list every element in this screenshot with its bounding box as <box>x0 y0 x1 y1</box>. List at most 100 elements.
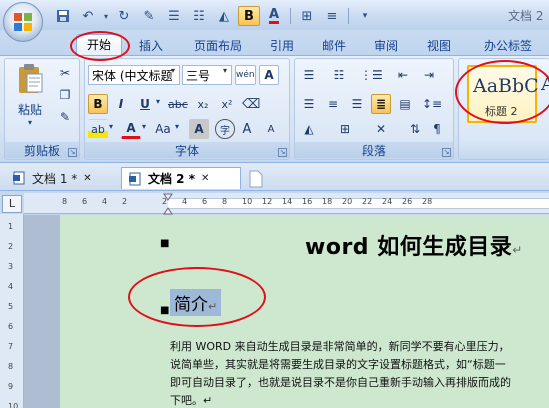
body-line-4: 下吧。↵ <box>170 394 213 407</box>
customize-qat-icon[interactable]: ▾ <box>354 6 376 26</box>
grow-font-button[interactable]: A <box>237 119 257 139</box>
save-icon[interactable] <box>52 6 74 26</box>
vruler-tick-label: 3 <box>8 262 14 271</box>
phonetic-guide-button[interactable]: wén <box>235 65 256 85</box>
increase-indent-icon[interactable]: ⇥ <box>419 65 439 85</box>
distributed-icon[interactable]: ▤ <box>395 94 415 114</box>
numbering-button-icon[interactable]: ☷ <box>329 65 349 85</box>
bullets-button-icon[interactable]: ☰ <box>299 65 319 85</box>
line-spacing-icon[interactable]: ↕≡ <box>421 94 443 114</box>
style-heading2-tile[interactable]: AaBbC 标题 2 <box>467 65 539 123</box>
align-left-icon[interactable]: ☰ <box>299 94 319 114</box>
doc-tab-1[interactable]: 文档 1 * ✕ <box>6 167 116 189</box>
underline-dropdown-icon[interactable]: ▾ <box>156 97 160 106</box>
office-button[interactable] <box>3 2 43 42</box>
underline-button[interactable]: U <box>135 94 155 114</box>
bold-button[interactable]: B <box>88 94 108 114</box>
paste-label: 粘贴 <box>17 103 42 117</box>
change-case-button[interactable]: Aa <box>153 119 173 139</box>
close-icon[interactable]: ✕ <box>83 173 91 184</box>
align-icon[interactable]: ≡ <box>321 6 343 26</box>
shading-icon[interactable]: ◭ <box>213 6 235 26</box>
paragraph-mark: ↵ <box>512 243 523 257</box>
ruler-ticks: 8 6 4 2 2 4 6 8 10 12 14 16 18 20 22 24 26 28 <box>0 196 549 210</box>
italic-button[interactable]: I <box>111 94 131 114</box>
tab-office-tabs[interactable]: 办公标签 <box>474 36 542 56</box>
word-doc-icon <box>129 172 141 185</box>
font-name-select[interactable]: 宋体 (中文标题 <box>88 65 180 85</box>
tab-selector-button[interactable]: L <box>2 195 22 213</box>
page-gutter <box>24 215 60 408</box>
tab-review[interactable]: 审阅 <box>365 36 407 56</box>
undo-dropdown-icon[interactable]: ▾ <box>102 6 110 26</box>
font-launcher-icon[interactable]: ↘ <box>278 148 287 157</box>
justify-icon[interactable]: ≣ <box>371 94 391 114</box>
format-painter-icon-2[interactable]: ✎ <box>55 107 75 127</box>
paragraph-launcher-icon[interactable]: ↘ <box>442 148 451 157</box>
cut-icon[interactable]: ✂ <box>55 63 75 83</box>
tab-references[interactable]: 引用 <box>262 36 302 56</box>
font-color-button[interactable]: A <box>121 119 141 139</box>
doc-tab-1-label: 文档 1 * <box>32 171 78 186</box>
highlight-button[interactable]: ab <box>88 119 108 139</box>
numbering-icon[interactable]: ☷ <box>188 6 210 26</box>
sort-icon[interactable]: ⇅ <box>405 119 425 139</box>
clipboard-launcher-icon[interactable]: ↘ <box>68 148 77 157</box>
font-color-dropdown-icon[interactable]: ▾ <box>142 122 146 131</box>
tab-mailings[interactable]: 邮件 <box>313 36 355 56</box>
ruler-tick-label: 4 <box>102 197 108 206</box>
font-size-dropdown-icon[interactable]: ▾ <box>223 66 227 75</box>
tab-insert[interactable]: 插入 <box>130 36 172 56</box>
tab-page-layout[interactable]: 页面布局 <box>185 36 251 56</box>
bold-quick-button[interactable]: B <box>238 6 260 26</box>
subscript-button[interactable]: x₂ <box>193 94 213 114</box>
ruler-tick-label: 2 <box>122 197 128 206</box>
undo-icon[interactable]: ↶ <box>77 6 99 26</box>
chinese-layout-icon[interactable]: ✕ <box>371 119 391 139</box>
bullets-icon[interactable]: ☰ <box>163 6 185 26</box>
repeat-icon[interactable]: ↻ <box>113 6 135 26</box>
style-preview-next[interactable]: A <box>541 73 549 95</box>
ruler-tick-label: 8 <box>62 197 68 206</box>
borders-button-icon[interactable]: ⊞ <box>335 119 355 139</box>
font-name-dropdown-icon[interactable]: ▾ <box>171 66 175 75</box>
vertical-ruler-ticks: 1 2 3 4 5 6 7 8 9 10 <box>0 214 24 408</box>
indent-marker-icon[interactable] <box>163 193 173 215</box>
paragraph-group-label: 段落 <box>295 142 453 158</box>
highlight-dropdown-icon[interactable]: ▾ <box>109 122 113 131</box>
clear-format-icon[interactable]: ⌫ <box>241 94 261 114</box>
close-icon[interactable]: ✕ <box>201 173 209 184</box>
char-border-button[interactable]: A <box>259 65 279 85</box>
body-paragraph[interactable]: 利用 WORD 来自动生成目录是非常简单的，新同学不要有心里压力， 说简单些，其… <box>170 338 549 408</box>
word-doc-icon <box>13 171 25 185</box>
doc-tab-2-label: 文档 2 * <box>148 172 195 186</box>
char-shading-button[interactable]: A <box>189 119 209 139</box>
doc-tab-2[interactable]: 文档 2 * ✕ <box>121 167 241 189</box>
ruler-tick-label: 14 <box>282 197 293 206</box>
tab-home[interactable]: 开始 <box>76 34 122 56</box>
vruler-tick-label: 5 <box>8 302 14 311</box>
window-title: 文档 2 <box>508 9 544 23</box>
copy-icon[interactable]: ❐ <box>55 85 75 105</box>
align-center-icon[interactable]: ≡ <box>323 94 343 114</box>
multilevel-list-icon[interactable]: ⋮☰ <box>359 65 384 85</box>
borders-icon[interactable]: ⊞ <box>296 6 318 26</box>
heading-intro[interactable]: 简介↵ <box>170 289 222 316</box>
decrease-indent-icon[interactable]: ⇤ <box>393 65 413 85</box>
font-color-quick-button[interactable]: A <box>263 6 285 26</box>
enclose-char-button[interactable]: 字 <box>215 119 235 139</box>
align-right-icon[interactable]: ☰ <box>347 94 367 114</box>
format-painter-icon[interactable]: ✎ <box>138 6 160 26</box>
new-tab-icon[interactable] <box>248 170 264 188</box>
shading-button-icon[interactable]: ◭ <box>299 119 319 139</box>
show-marks-icon[interactable]: ¶ <box>427 119 447 139</box>
ruler-tick-label: 22 <box>362 197 373 206</box>
shrink-font-button[interactable]: A <box>261 119 281 139</box>
superscript-button[interactable]: x² <box>217 94 237 114</box>
change-case-dropdown-icon[interactable]: ▾ <box>175 122 179 131</box>
paste-button[interactable]: 粘贴 ▾ <box>13 63 47 135</box>
tab-view[interactable]: 视图 <box>418 36 460 56</box>
bullet-mark-2: ■ <box>160 305 170 316</box>
document-title[interactable]: word 如何生成目录↵ <box>305 229 523 261</box>
strikethrough-button[interactable]: abc <box>167 94 189 114</box>
